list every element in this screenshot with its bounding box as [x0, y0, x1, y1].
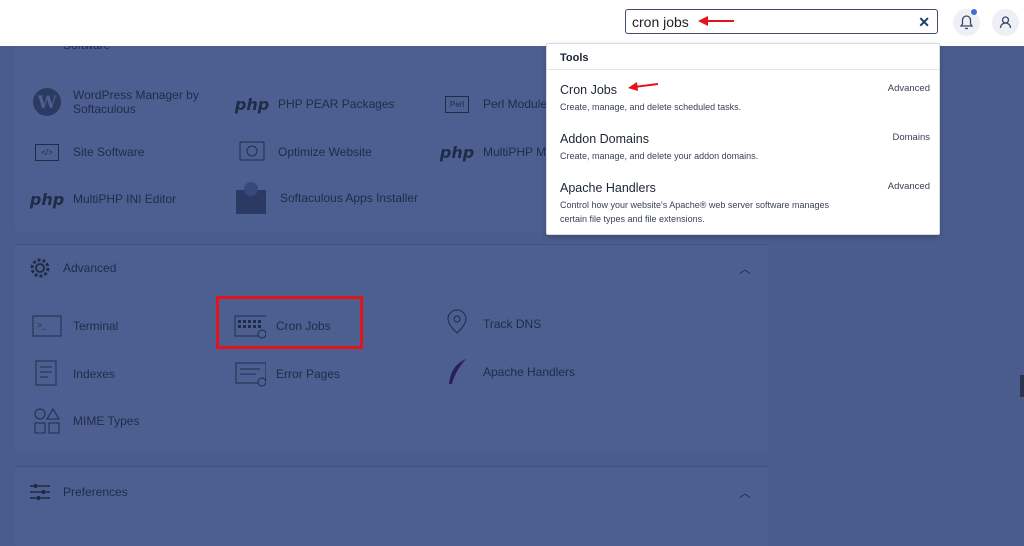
- tool-softaculous[interactable]: Softaculous Apps Installer: [232, 180, 418, 216]
- tool-indexes[interactable]: Indexes: [31, 360, 115, 388]
- result-title: Cron Jobs: [560, 83, 617, 97]
- result-description: Control how your website's Apache® web s…: [560, 200, 829, 224]
- section-title-preferences: Preferences: [63, 485, 128, 499]
- section-divider: [15, 466, 768, 467]
- result-title: Addon Domains: [560, 132, 649, 146]
- svg-text:W: W: [36, 93, 57, 113]
- sliders-icon: [29, 482, 51, 507]
- section-header-preferences[interactable]: Preferences ︿: [15, 474, 768, 510]
- tool-error-pages[interactable]: Error Pages: [234, 360, 340, 388]
- location-pin-icon: [441, 309, 473, 338]
- user-icon: [999, 16, 1012, 29]
- chevron-up-icon[interactable]: ︿: [739, 484, 751, 501]
- section-title-advanced: Advanced: [63, 261, 117, 275]
- cron-jobs-highlight-box: [216, 296, 363, 349]
- tool-track-dns[interactable]: Track DNS: [441, 309, 541, 338]
- chevron-up-icon[interactable]: ︿: [739, 260, 751, 277]
- shapes-icon: [31, 407, 63, 435]
- search-input[interactable]: [632, 13, 912, 30]
- result-category: Advanced: [887, 83, 930, 94]
- php-icon: php: [29, 189, 65, 209]
- tool-perl-modules[interactable]: Perl Perl Modules: [441, 90, 553, 118]
- search-results-dropdown: Tools Cron Jobs Create, manage, and dele…: [546, 43, 940, 235]
- result-category: Domains: [892, 132, 931, 143]
- tool-apache-handlers[interactable]: Apache Handlers: [441, 358, 575, 386]
- code-icon: </>: [31, 138, 63, 166]
- tool-multiphp-manager[interactable]: php MultiPHP M: [439, 138, 546, 166]
- close-icon[interactable]: ✕: [918, 14, 930, 30]
- result-description: Create, manage, and delete scheduled tas…: [560, 102, 742, 112]
- perl-icon: Perl: [441, 90, 473, 118]
- svg-text:>_: >_: [37, 321, 47, 330]
- tool-multiphp-ini[interactable]: php MultiPHP INI Editor: [29, 185, 176, 213]
- scrollbar-thumb[interactable]: [1020, 375, 1024, 397]
- result-apache-handlers[interactable]: Apache Handlers Control how your website…: [560, 181, 930, 226]
- tool-terminal[interactable]: >_ Terminal: [31, 312, 118, 340]
- search-box[interactable]: ✕: [625, 9, 938, 34]
- notification-dot: [971, 9, 977, 15]
- wordpress-icon: W: [31, 88, 63, 116]
- error-pages-icon: [234, 360, 266, 388]
- softaculous-icon: [232, 180, 270, 216]
- result-cron-jobs[interactable]: Cron Jobs Create, manage, and delete sch…: [560, 83, 930, 114]
- gear-icon: [30, 258, 50, 283]
- user-menu-button[interactable]: [992, 9, 1019, 36]
- tool-site-software[interactable]: </> Site Software: [31, 138, 144, 166]
- red-arrow-annotation: [628, 82, 659, 91]
- indexes-icon: [31, 360, 63, 388]
- dropdown-heading: Tools: [560, 52, 589, 64]
- result-title: Apache Handlers: [560, 181, 656, 195]
- terminal-icon: >_: [31, 312, 63, 340]
- section-divider: [15, 244, 768, 245]
- dropdown-divider: [547, 69, 939, 70]
- php-icon: php: [234, 94, 270, 114]
- result-addon-domains[interactable]: Addon Domains Create, manage, and delete…: [560, 132, 930, 163]
- section-header-advanced[interactable]: Advanced ︿: [15, 250, 768, 286]
- tool-mime-types[interactable]: MIME Types: [31, 407, 139, 435]
- tool-wordpress-manager[interactable]: W WordPress Manager by Softaculous: [31, 88, 213, 116]
- red-arrow-annotation: [698, 16, 734, 26]
- tool-php-pear[interactable]: php PHP PEAR Packages: [234, 90, 395, 118]
- php-icon: php: [439, 142, 475, 162]
- optimize-icon: [236, 138, 268, 166]
- result-category: Advanced: [887, 181, 930, 192]
- tool-optimize-website[interactable]: Optimize Website: [236, 138, 372, 166]
- feather-icon: [441, 358, 473, 386]
- top-bar: ✕: [0, 0, 1024, 46]
- result-description: Create, manage, and delete your addon do…: [560, 151, 759, 161]
